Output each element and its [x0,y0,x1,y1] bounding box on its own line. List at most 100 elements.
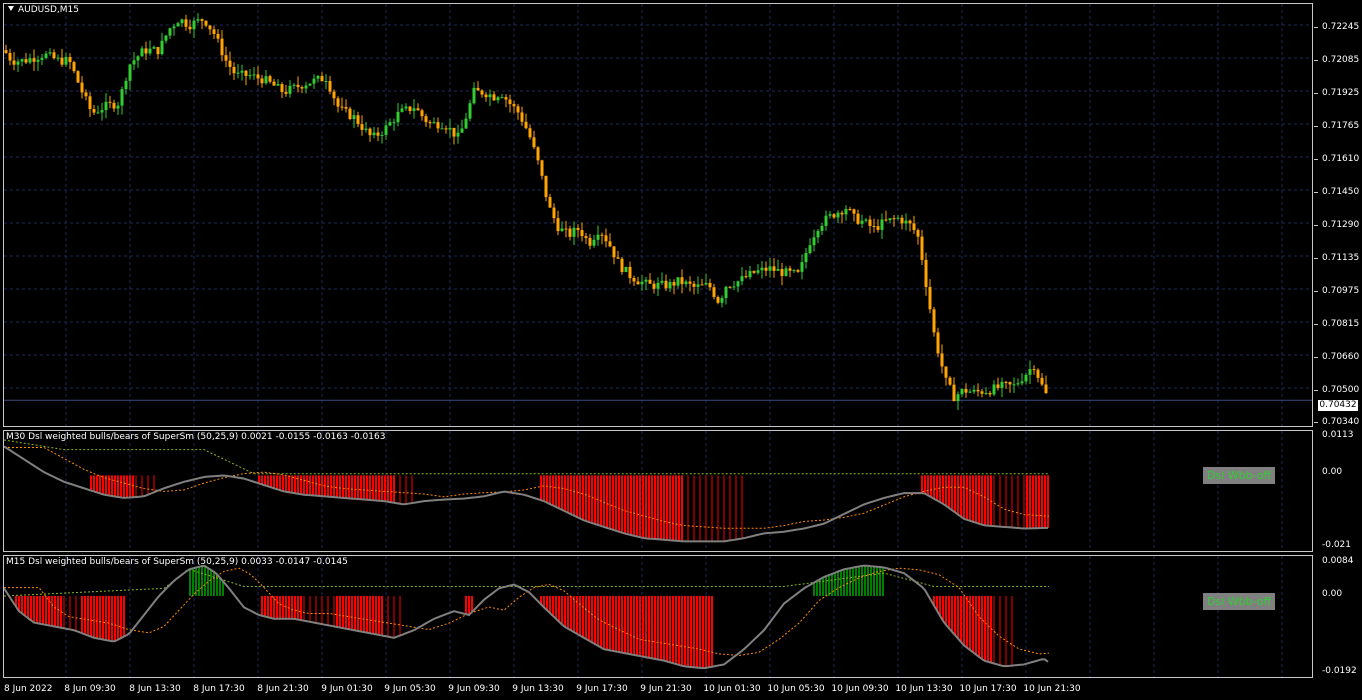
candle-body [1004,381,1008,383]
candle-body [972,389,976,392]
candle-body [700,284,704,286]
candle-body [864,219,868,221]
candle-body [312,78,316,84]
candle-body [124,80,128,90]
candle-body [804,253,808,263]
indicator-main-line [4,445,1049,543]
candle-body [904,220,908,224]
indicator-m30-badge[interactable]: Dsl Wbb-off [1203,467,1276,484]
candle-body [368,128,372,136]
candle-body [588,238,592,246]
level-label: 0.00 [1322,589,1343,599]
indicator-pane-m15[interactable]: M15 Dsl weighted bulls/bears of SuperSm … [3,555,1313,678]
candle-body [48,52,52,54]
candle-body [684,281,688,285]
symbol-title[interactable]: AUDUSD,M15 [8,5,79,15]
candle-body [408,106,412,111]
price-label: 0.71610 [1322,154,1360,164]
candle-body [272,81,276,86]
level-label: -0.0192 [1322,666,1357,676]
price-chart-pane[interactable]: AUDUSD,M15 [3,3,1313,427]
candle-body [640,281,644,285]
candle-body [412,108,416,111]
dropdown-caret-icon[interactable] [8,6,14,11]
candle-body [884,219,888,221]
indicator-m15-title: M15 Dsl weighted bulls/bears of SuperSm … [6,557,348,567]
candle-body [604,235,608,242]
candle-body [100,110,104,113]
time-label: 10 Jun 01:30 [703,684,761,694]
indicator-m30-axis[interactable]: 0.0113 0.00 -0.021 [1314,430,1362,552]
candle-body [940,353,944,367]
candle-body [28,58,32,63]
price-label: 0.71135 [1322,253,1360,263]
candle-body [20,59,24,62]
candle-body [244,70,248,76]
candle-body [316,75,320,79]
candle-body [744,276,748,278]
indicator-pane-m30[interactable]: M30 Dsl weighted bulls/bears of SuperSm … [3,430,1313,552]
candle-body [176,23,180,27]
candle-body [992,384,996,395]
candle-body [240,70,244,73]
candle-body [260,78,264,84]
candle-body [472,87,476,104]
candle-body [552,207,556,219]
price-axis[interactable]: 0.72245 0.72085 0.71925 0.71765 0.71610 … [1314,3,1362,427]
candle-body [516,106,520,113]
candle-body [360,124,364,130]
candle-body [636,281,640,285]
candle-body [1008,382,1012,385]
candle-body [208,25,212,30]
candle-body [84,92,88,97]
signal-level-orange [4,447,1050,529]
candle-body [172,26,176,29]
level-label: 0.0084 [1322,556,1354,566]
candle-body [400,108,404,112]
candle-body [724,286,728,299]
candle-body [252,74,256,76]
candle-body [560,228,564,232]
candle-body [52,52,56,59]
candle-body [584,236,588,239]
candle-body [464,118,468,129]
candle-body [632,277,636,282]
price-label: 0.70815 [1322,319,1360,329]
indicator-m15-axis[interactable]: 0.0084 0.00 -0.0192 [1314,555,1362,678]
candle-body [324,80,328,82]
candle-body [644,279,648,282]
time-axis[interactable]: 8 Jun 2022 8 Jun 09:30 8 Jun 13:30 8 Jun… [0,679,1362,700]
indicator-main-line [4,564,1049,670]
candle-body [156,47,160,55]
candle-body [872,225,876,227]
candle-body [56,57,60,59]
candle-body [780,269,784,276]
candle-body [160,40,164,55]
candle-body [856,213,860,224]
candle-body [812,237,816,246]
candle-body [892,218,896,220]
candle-body [384,125,388,135]
candle-body [916,230,920,237]
indicator-m15-badge[interactable]: Dsl Wbb-off [1203,593,1276,610]
candle-body [444,128,448,130]
candle-body [496,97,500,101]
candle-body [708,282,712,288]
candle-body [328,80,332,92]
time-label: 8 Jun 09:30 [64,684,116,694]
candle-body [676,277,680,286]
candle-body [740,276,744,282]
candle-body [792,270,796,272]
time-label: 10 Jun 09:30 [831,684,889,694]
candle-body [388,122,392,126]
indicator-m30-title: M30 Dsl weighted bulls/bears of SuperSm … [6,432,386,442]
candle-body [656,282,660,289]
candle-body [580,230,584,237]
candle-body [356,115,360,125]
candle-body [192,20,196,30]
candle-body [528,128,532,138]
candle-body [996,384,1000,388]
candle-body [948,377,952,385]
candle-body [268,76,272,82]
candle-body [840,212,844,215]
